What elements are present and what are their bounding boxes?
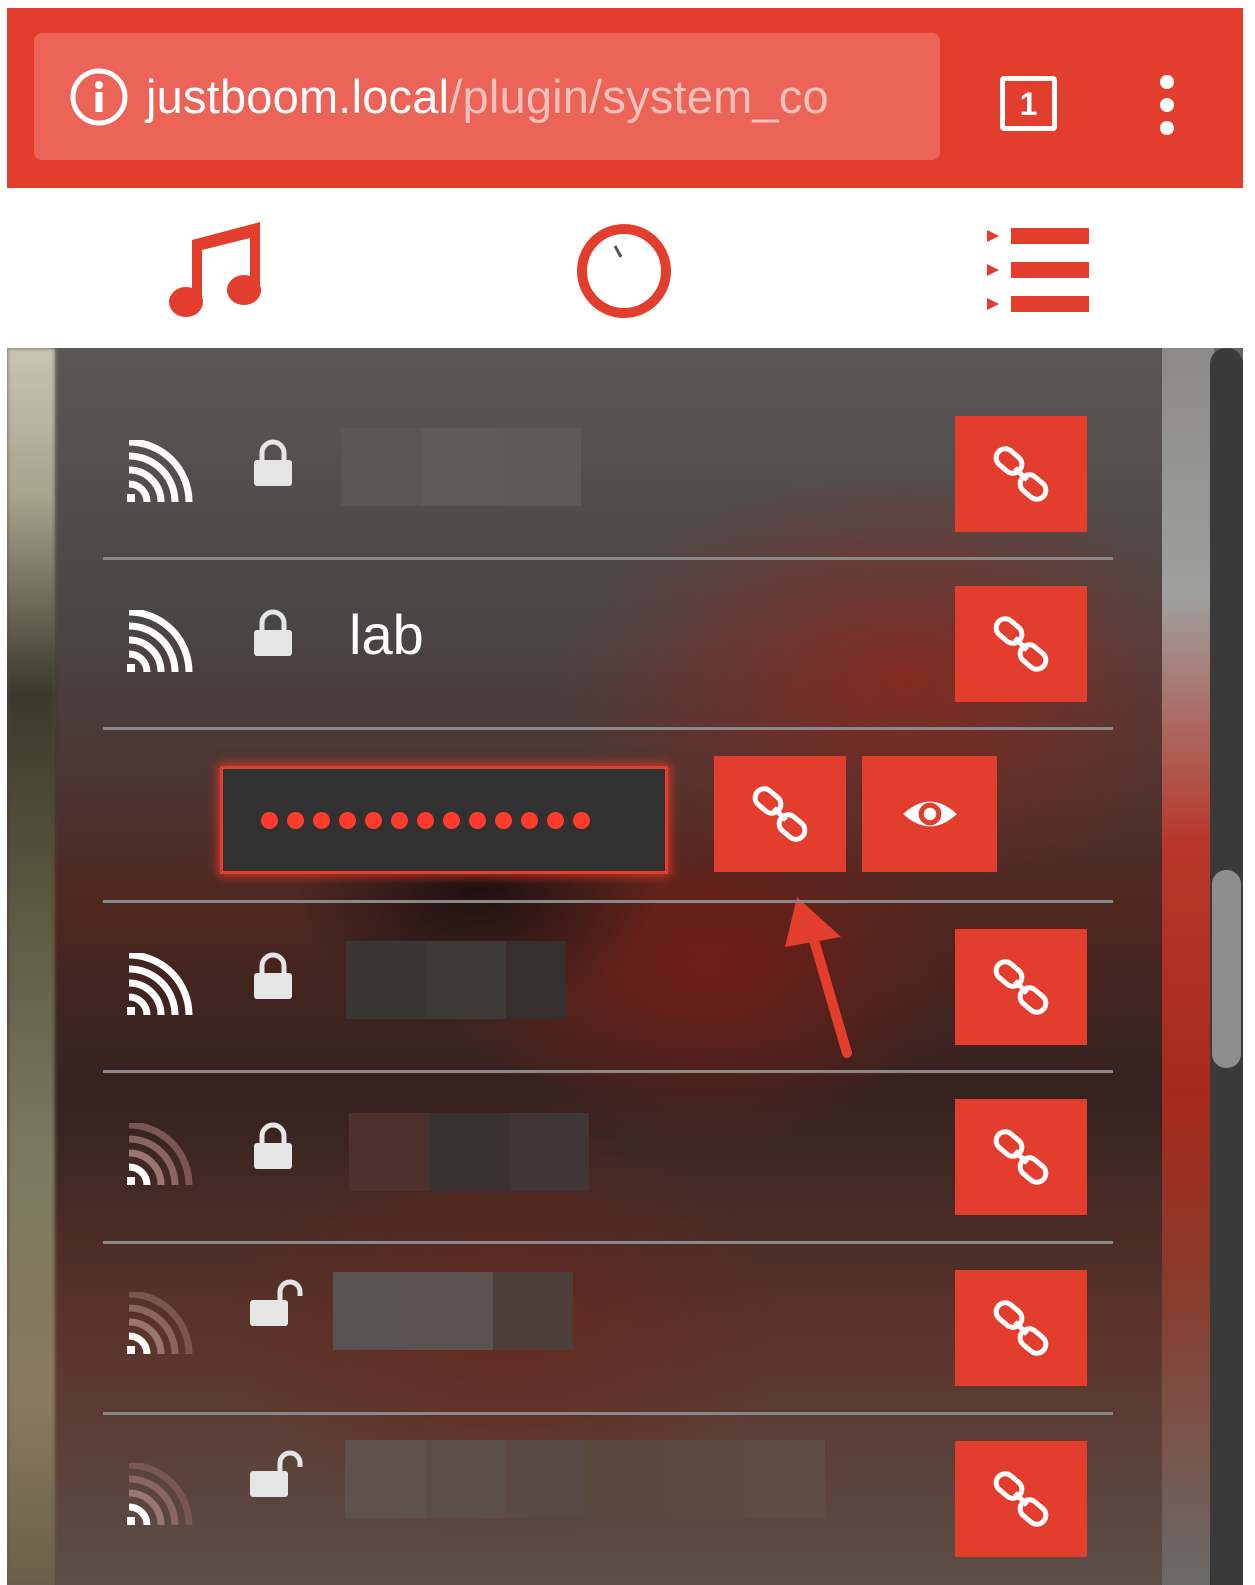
wifi-signal-strong-icon: [127, 610, 193, 672]
volume-knob-icon[interactable]: [575, 222, 673, 320]
address-bar[interactable]: justboom.local/plugin/system_co: [34, 33, 940, 160]
app-navigation: [7, 188, 1243, 348]
show-password-button[interactable]: [862, 756, 997, 872]
link-icon: [993, 1300, 1049, 1356]
link-icon: [993, 1471, 1049, 1527]
unlock-icon: [250, 1279, 303, 1326]
wifi-network-row[interactable]: [103, 1242, 1113, 1412]
connect-button[interactable]: [955, 586, 1087, 702]
password-connect-button[interactable]: [714, 756, 846, 872]
tab-switcher-button[interactable]: 1: [1000, 76, 1057, 131]
browser-toolbar: justboom.local/plugin/system_co 1: [0, 0, 1255, 196]
wifi-signal-weak-icon: [127, 1123, 193, 1185]
url-host: justboom.local: [146, 70, 450, 123]
wifi-signal-weak-icon: [127, 1463, 193, 1525]
eye-icon: [902, 801, 957, 827]
lock-icon: [254, 439, 292, 486]
wifi-signal-weak-icon: [127, 1292, 193, 1354]
link-icon: [752, 786, 808, 842]
wifi-network-row[interactable]: [103, 388, 1113, 558]
connect-button[interactable]: [955, 1099, 1087, 1215]
connect-button[interactable]: [955, 1270, 1087, 1386]
network-name: lab: [349, 603, 424, 666]
wifi-network-row[interactable]: [103, 901, 1113, 1071]
url-path: /plugin/system_co: [449, 70, 829, 123]
row-divider: [103, 727, 1113, 730]
link-icon: [993, 959, 1049, 1015]
wifi-network-row[interactable]: [103, 1071, 1113, 1241]
lock-icon: [254, 1122, 292, 1169]
lock-icon: [254, 609, 292, 656]
network-name-redacted: [349, 1113, 589, 1191]
wifi-signal-strong-icon: [127, 953, 193, 1015]
unlock-icon: [250, 1450, 303, 1497]
connect-button[interactable]: [955, 929, 1087, 1045]
link-icon: [993, 446, 1049, 502]
wifi-settings-content: lab: [7, 348, 1243, 1585]
lock-icon: [254, 952, 292, 999]
network-name-redacted: [346, 941, 566, 1019]
link-icon: [993, 1129, 1049, 1185]
background-image: [7, 348, 55, 1585]
url-text[interactable]: justboom.local/plugin/system_co: [146, 69, 829, 124]
connect-button[interactable]: [955, 1441, 1087, 1557]
password-mask: [261, 811, 590, 829]
info-icon[interactable]: [68, 66, 130, 128]
connect-button[interactable]: [955, 416, 1087, 532]
wifi-network-row[interactable]: lab: [103, 558, 1113, 728]
network-name-redacted: [345, 1440, 825, 1518]
screen-edge: [1243, 8, 1255, 196]
wifi-network-row[interactable]: [103, 1413, 1113, 1583]
wifi-signal-strong-icon: [127, 440, 193, 502]
link-icon: [993, 616, 1049, 672]
network-name-redacted: [341, 428, 581, 506]
scrollbar-thumb[interactable]: [1212, 870, 1241, 1068]
overflow-menu-icon[interactable]: [1145, 74, 1190, 136]
queue-list-icon[interactable]: [985, 228, 1089, 314]
background-image: [1162, 348, 1214, 1585]
screen-edge: [0, 8, 7, 196]
network-name-redacted: [333, 1272, 573, 1350]
password-input[interactable]: [220, 766, 668, 874]
music-note-icon[interactable]: [162, 218, 268, 320]
